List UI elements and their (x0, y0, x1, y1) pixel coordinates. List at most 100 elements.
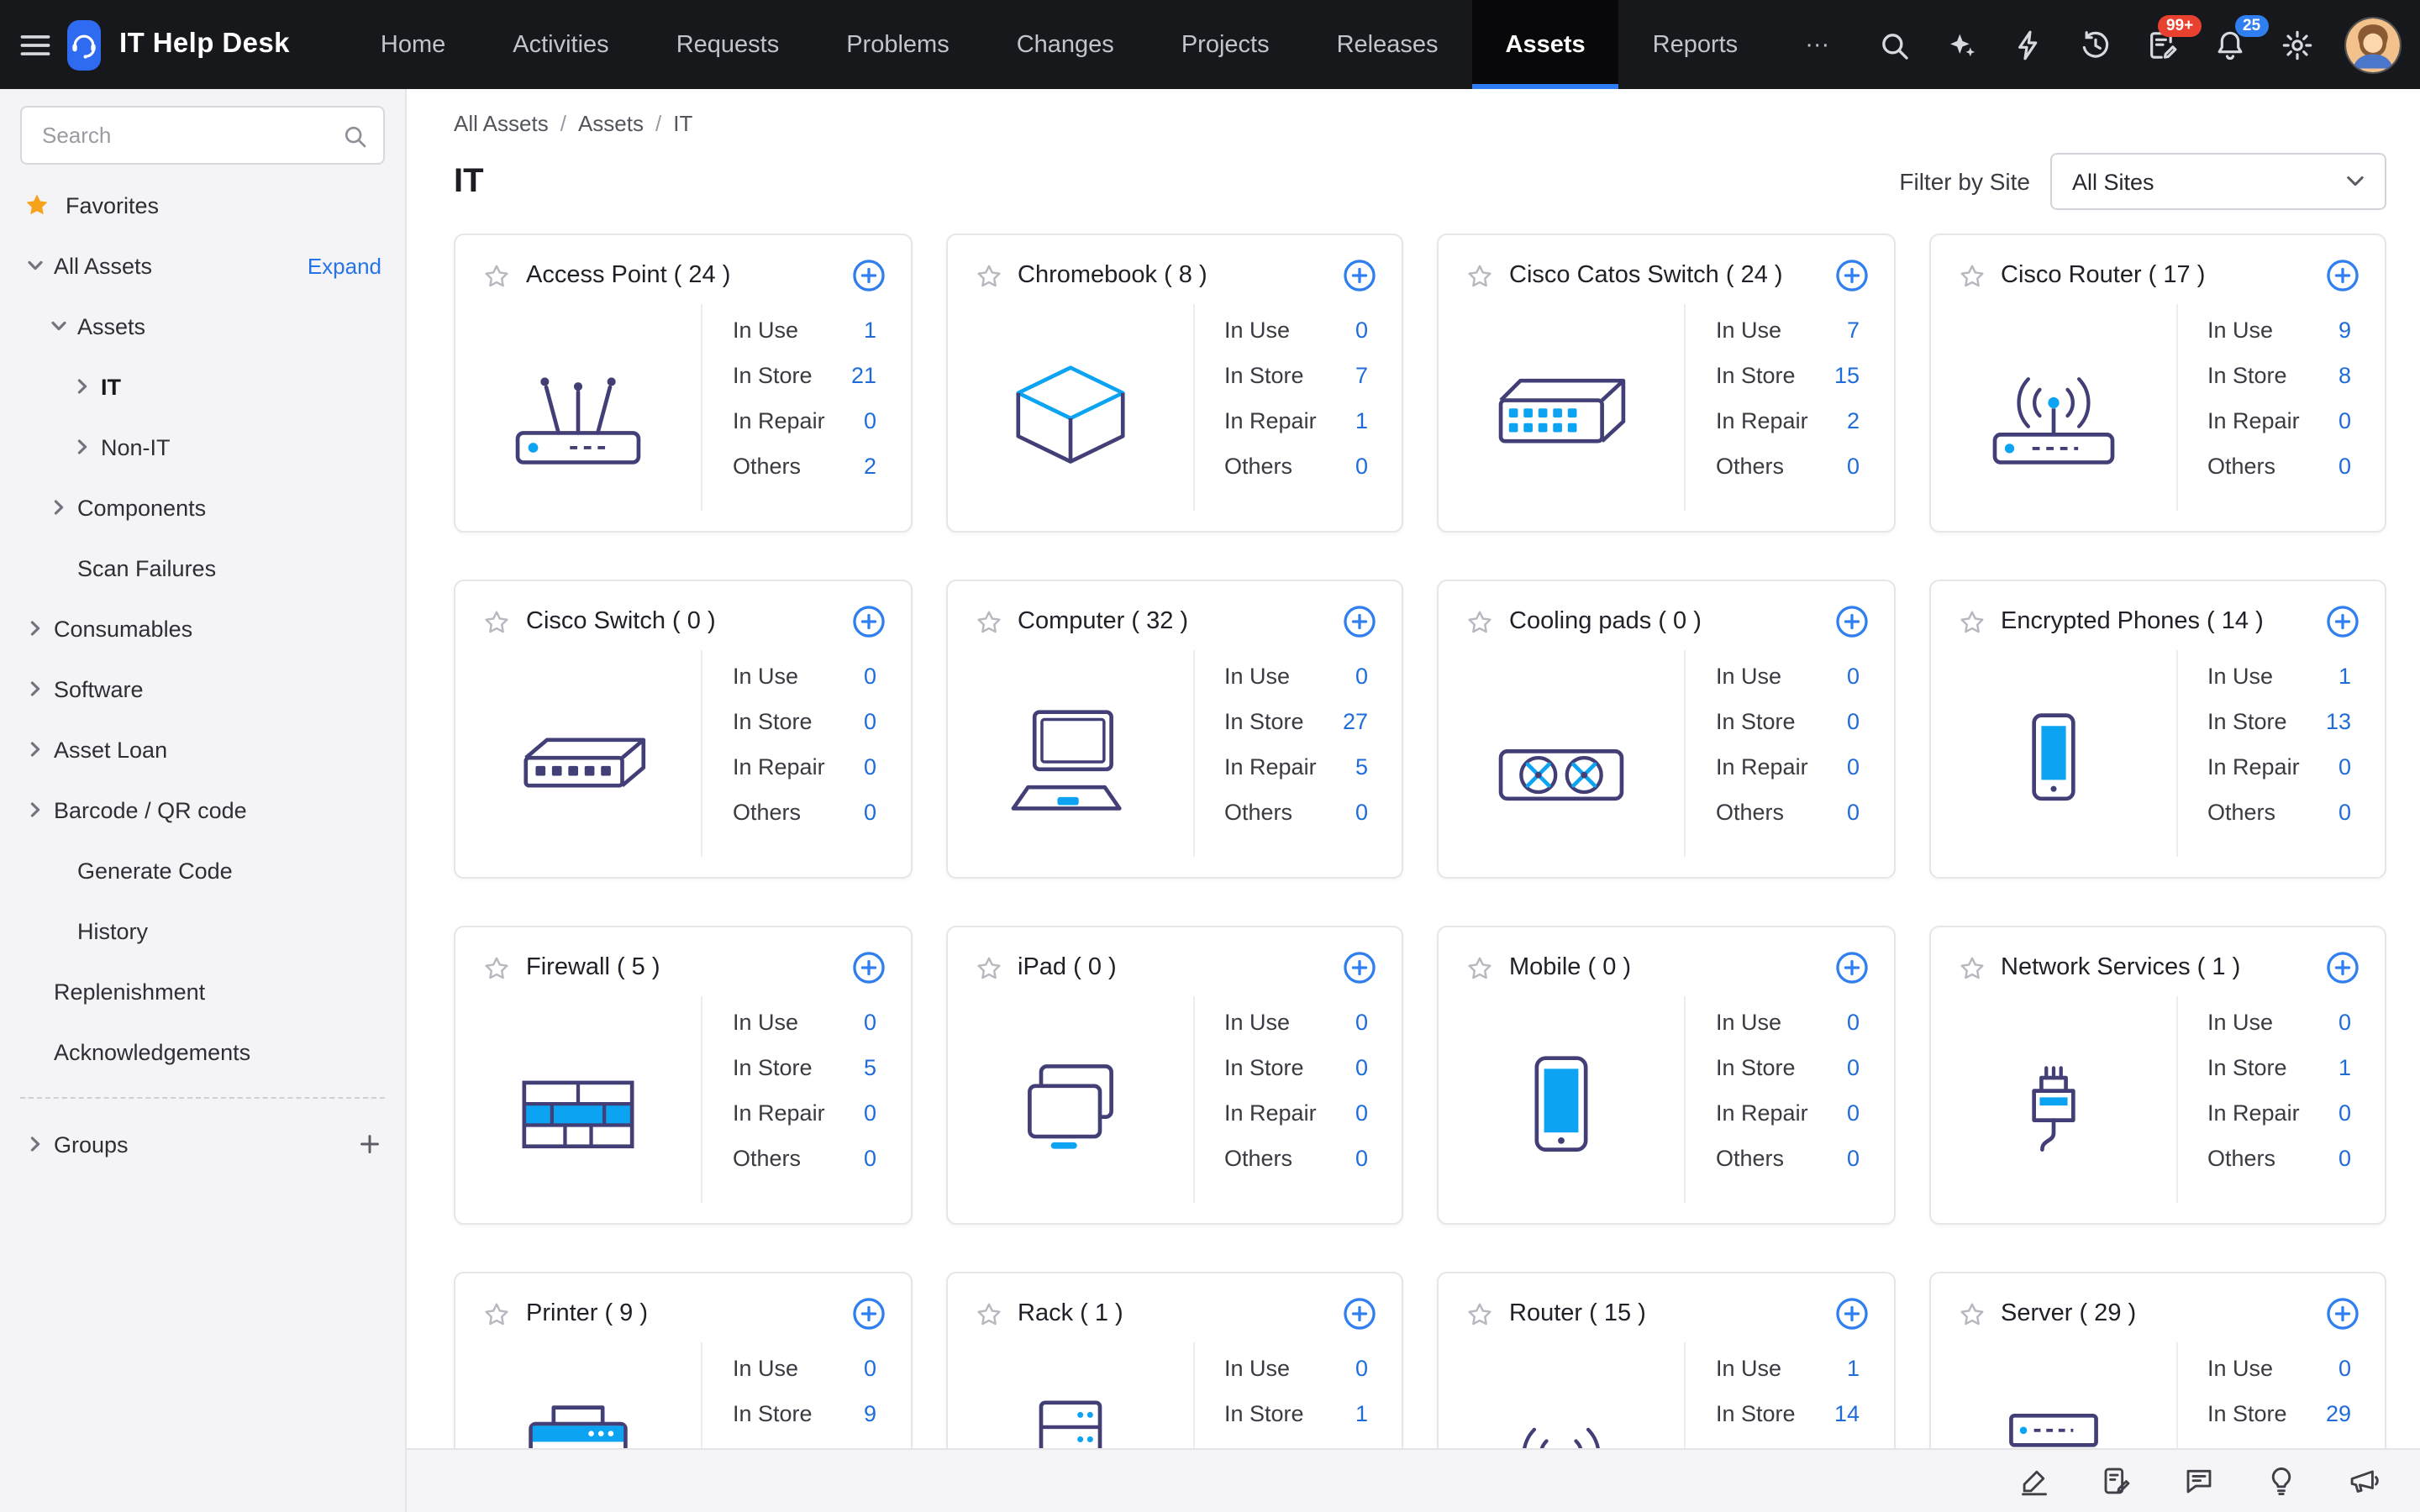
sidebar-item-favorites[interactable]: Favorites (0, 168, 405, 235)
history-icon[interactable] (2065, 14, 2125, 75)
stat-value[interactable]: 0 (864, 664, 876, 689)
favorite-star-icon[interactable] (974, 261, 1002, 290)
chevron-right-icon[interactable] (20, 1130, 49, 1158)
add-asset-button[interactable] (850, 257, 886, 294)
signature-pen-icon[interactable] (2018, 1465, 2050, 1497)
card-title[interactable]: Cisco Router ( 17 ) (2001, 262, 2309, 289)
sidebar-item-scan-failures[interactable]: Scan Failures (0, 538, 405, 598)
chevron-right-icon[interactable] (67, 433, 96, 461)
stat-value[interactable]: 0 (1847, 454, 1860, 479)
nav-item-more[interactable]: ··· (1771, 0, 1863, 89)
stat-value[interactable]: 0 (1355, 1055, 1368, 1080)
chevron-down-icon[interactable] (44, 312, 72, 340)
add-asset-button[interactable] (1341, 603, 1378, 640)
card-title[interactable]: Rack ( 1 ) (1018, 1300, 1326, 1327)
stat-value[interactable]: 0 (2338, 408, 2351, 433)
idea-bulb-icon[interactable] (2265, 1465, 2297, 1497)
nav-item-reports[interactable]: Reports (1619, 0, 1772, 89)
favorite-star-icon[interactable] (1957, 261, 1986, 290)
stat-value[interactable]: 0 (864, 800, 876, 825)
stat-value[interactable]: 5 (1355, 754, 1368, 780)
favorite-star-icon[interactable] (1465, 261, 1494, 290)
stat-value[interactable]: 29 (2326, 1401, 2351, 1426)
chevron-right-icon[interactable] (20, 675, 49, 703)
quick-actions-lightning-icon[interactable] (1997, 14, 2058, 75)
favorite-star-icon[interactable] (1465, 607, 1494, 636)
nav-item-problems[interactable]: Problems (813, 0, 983, 89)
stat-value[interactable]: 0 (2338, 1146, 2351, 1171)
user-avatar[interactable] (2344, 16, 2402, 73)
stat-value[interactable]: 0 (1355, 800, 1368, 825)
sidebar-item-barcode-qr-code[interactable]: Barcode / QR code (0, 780, 405, 840)
sidebar-item-generate-code[interactable]: Generate Code (0, 840, 405, 900)
search-icon[interactable] (1863, 14, 1923, 75)
hamburger-menu-button[interactable] (17, 14, 54, 75)
favorite-star-icon[interactable] (1465, 953, 1494, 982)
favorite-star-icon[interactable] (482, 953, 511, 982)
site-filter-select[interactable]: All Sites (2050, 153, 2386, 210)
stat-value[interactable]: 0 (864, 1146, 876, 1171)
chevron-right-icon[interactable] (20, 795, 49, 824)
stat-value[interactable]: 0 (2338, 754, 2351, 780)
chevron-right-icon[interactable] (20, 614, 49, 643)
stat-value[interactable]: 1 (2338, 1055, 2351, 1080)
card-title[interactable]: Computer ( 32 ) (1018, 608, 1326, 635)
stat-value[interactable]: 0 (1847, 754, 1860, 780)
stat-value[interactable]: 0 (1847, 1100, 1860, 1126)
stat-value[interactable]: 1 (864, 318, 876, 343)
card-title[interactable]: Cisco Catos Switch ( 24 ) (1509, 262, 1818, 289)
card-title[interactable]: Server ( 29 ) (2001, 1300, 2309, 1327)
stat-value[interactable]: 14 (1834, 1401, 1860, 1426)
favorite-star-icon[interactable] (482, 261, 511, 290)
stat-value[interactable]: 1 (2338, 664, 2351, 689)
add-asset-button[interactable] (1833, 1295, 1870, 1332)
stat-value[interactable]: 7 (1355, 363, 1368, 388)
sidebar-item-all-assets[interactable]: All Assets Expand (0, 235, 405, 296)
sidebar-item-history[interactable]: History (0, 900, 405, 961)
nav-item-releases[interactable]: Releases (1303, 0, 1472, 89)
expand-tree-link[interactable]: Expand (308, 253, 381, 278)
stat-value[interactable]: 0 (2338, 1010, 2351, 1035)
stat-value[interactable]: 15 (1834, 363, 1860, 388)
settings-gear-icon[interactable] (2266, 14, 2327, 75)
card-title[interactable]: Encrypted Phones ( 14 ) (2001, 608, 2309, 635)
add-asset-button[interactable] (1341, 257, 1378, 294)
notifications-bell-icon[interactable]: 25 (2199, 14, 2269, 75)
whats-new-sparkle-icon[interactable] (1930, 14, 1991, 75)
card-title[interactable]: Access Point ( 24 ) (526, 262, 834, 289)
favorite-star-icon[interactable] (1957, 607, 1986, 636)
sidebar-item-software[interactable]: Software (0, 659, 405, 719)
card-title[interactable]: Mobile ( 0 ) (1509, 954, 1818, 981)
sidebar-item-consumables[interactable]: Consumables (0, 598, 405, 659)
stat-value[interactable]: 0 (864, 1356, 876, 1381)
add-asset-button[interactable] (1341, 949, 1378, 986)
nav-item-requests[interactable]: Requests (643, 0, 813, 89)
stat-value[interactable]: 0 (1847, 800, 1860, 825)
add-asset-button[interactable] (2324, 949, 2361, 986)
card-title[interactable]: Network Services ( 1 ) (2001, 954, 2309, 981)
favorite-star-icon[interactable] (1957, 953, 1986, 982)
stat-value[interactable]: 2 (1847, 408, 1860, 433)
sidebar-item-acknowledgements[interactable]: Acknowledgements (0, 1021, 405, 1082)
add-asset-button[interactable] (1341, 1295, 1378, 1332)
stat-value[interactable]: 0 (864, 1010, 876, 1035)
stat-value[interactable]: 2 (864, 454, 876, 479)
stat-value[interactable]: 13 (2326, 709, 2351, 734)
add-asset-button[interactable] (1833, 603, 1870, 640)
stat-value[interactable]: 0 (1355, 1010, 1368, 1035)
add-group-icon[interactable] (358, 1132, 381, 1156)
nav-item-home[interactable]: Home (347, 0, 479, 89)
stat-value[interactable]: 1 (1847, 1356, 1860, 1381)
stat-value[interactable]: 0 (1847, 709, 1860, 734)
favorite-star-icon[interactable] (1957, 1299, 1986, 1328)
nav-item-projects[interactable]: Projects (1148, 0, 1303, 89)
stat-value[interactable]: 0 (864, 754, 876, 780)
stat-value[interactable]: 0 (864, 1100, 876, 1126)
sidebar-item-groups[interactable]: Groups (0, 1114, 405, 1174)
stat-value[interactable]: 5 (864, 1055, 876, 1080)
compose-note-icon[interactable] (2101, 1465, 2133, 1497)
favorite-star-icon[interactable] (482, 1299, 511, 1328)
card-title[interactable]: Router ( 15 ) (1509, 1300, 1818, 1327)
favorite-star-icon[interactable] (482, 607, 511, 636)
chevron-right-icon[interactable] (67, 372, 96, 401)
